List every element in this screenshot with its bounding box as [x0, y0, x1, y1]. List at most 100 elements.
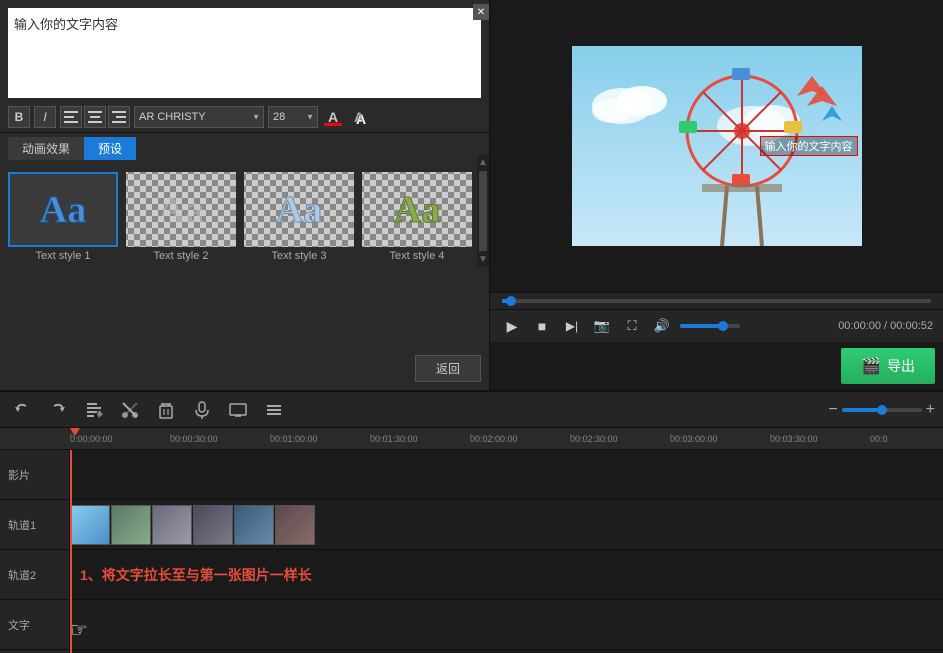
- style-preview-4: Aa: [394, 188, 440, 232]
- volume-fill: [680, 324, 722, 328]
- more-button[interactable]: [260, 396, 288, 424]
- controls-row: ▶ ■ ▶| 📷 ⛶ 🔊 00:00:00 / 00:00:52: [490, 309, 943, 342]
- play-button[interactable]: ▶: [500, 314, 524, 338]
- progress-bar[interactable]: [502, 299, 931, 303]
- style-preview-1: Aa: [40, 188, 86, 232]
- edit-button[interactable]: [80, 396, 108, 424]
- playhead-line: [70, 450, 72, 653]
- color-underline: [324, 123, 342, 126]
- cursor-icon: ☞: [70, 617, 88, 642]
- fullscreen-button[interactable]: ⛶: [620, 314, 644, 338]
- ruler-tick: [370, 434, 371, 440]
- scroll-strip: ▲ ▼: [477, 155, 489, 267]
- ruler-tick: [670, 434, 671, 440]
- text-shadow-button[interactable]: A: [348, 106, 370, 128]
- style-preview-3: Aa: [276, 188, 322, 232]
- preview-video: 输入你的文字内容: [572, 46, 862, 246]
- snapshot-button[interactable]: 📷: [590, 314, 614, 338]
- ruler-mark-5: 00:02:30:00: [570, 434, 670, 444]
- timeline-ruler: 0:00:00:00 00:00:30:00 00:01:00:00 00:01…: [0, 428, 943, 450]
- export-icon: 🎬: [861, 356, 881, 376]
- export-label: 导出: [887, 356, 915, 376]
- screen-record-button[interactable]: [224, 396, 252, 424]
- film-strip[interactable]: [70, 505, 315, 545]
- align-right-button[interactable]: [108, 106, 130, 128]
- ruler-tick: [770, 434, 771, 440]
- tab-preset[interactable]: 预设: [84, 137, 136, 160]
- instruction-text: 1、将文字拉长至与第一张图片一样长: [80, 565, 312, 585]
- text-input[interactable]: 输入你的文字内容: [8, 8, 481, 98]
- back-button-row: 返回: [0, 351, 489, 390]
- scroll-thumb[interactable]: [479, 171, 487, 251]
- playhead-indicator: [70, 428, 80, 436]
- time-display: 00:00:00 / 00:00:52: [838, 320, 933, 332]
- ruler-mark-6: 00:03:00:00: [670, 434, 770, 444]
- mic-button[interactable]: [188, 396, 216, 424]
- size-select[interactable]: 28: [268, 106, 318, 128]
- ruler-mark-4: 00:02:00:00: [470, 434, 570, 444]
- zoom-controls: − +: [828, 401, 935, 419]
- track-label-film: 影片: [0, 450, 69, 500]
- playback-controls: [490, 292, 943, 309]
- zoom-out-button[interactable]: −: [828, 401, 837, 419]
- film-thumb-2: [111, 505, 151, 545]
- preview-area: 输入你的文字内容: [490, 0, 943, 292]
- step-forward-button[interactable]: ▶|: [560, 314, 584, 338]
- zoom-in-button[interactable]: +: [926, 401, 935, 419]
- scroll-up-button[interactable]: ▲: [478, 157, 488, 168]
- scroll-down-button[interactable]: ▼: [478, 254, 488, 265]
- volume-slider[interactable]: [680, 324, 740, 328]
- text-color-button[interactable]: A: [322, 106, 344, 128]
- ruler-mark-1: 00:00:30:00: [170, 434, 270, 444]
- text-input-container: 输入你的文字内容 ✕: [8, 8, 481, 98]
- delete-button[interactable]: [152, 396, 180, 424]
- style-item-3[interactable]: Aa Text style 3: [244, 172, 354, 262]
- back-button[interactable]: 返回: [415, 355, 481, 382]
- style-label-2: Text style 2: [153, 250, 208, 262]
- font-select-wrapper: AR CHRISTY: [134, 106, 264, 128]
- size-select-wrapper: 28: [268, 106, 318, 128]
- progress-thumb[interactable]: [506, 296, 516, 306]
- style-item-1[interactable]: Aa Text style 1: [8, 172, 118, 262]
- track-label-track1: 轨道1: [0, 500, 69, 550]
- zoom-fill: [842, 408, 882, 412]
- zoom-thumb: [877, 405, 887, 415]
- style-item-2[interactable]: Aa Text style 2: [126, 172, 236, 262]
- volume-icon[interactable]: 🔊: [650, 314, 674, 338]
- undo-button[interactable]: [8, 396, 36, 424]
- stop-button[interactable]: ■: [530, 314, 554, 338]
- track-labels: 影片 轨道1 轨道2 文字 音乐: [0, 450, 70, 653]
- style-thumb-3: Aa: [244, 172, 354, 247]
- track-row-film: [70, 450, 943, 500]
- style-item-4[interactable]: Aa Text style 4: [362, 172, 472, 262]
- film-thumb-4: [193, 505, 233, 545]
- track-row-text: ☞: [70, 600, 943, 650]
- text-toolbar: B I AR CHRISTY 28: [0, 102, 489, 133]
- italic-button[interactable]: I: [34, 106, 56, 128]
- align-left-button[interactable]: [60, 106, 82, 128]
- tab-animation[interactable]: 动画效果: [8, 137, 84, 160]
- ruler-mark-3: 00:01:30:00: [370, 434, 470, 444]
- ruler-tick: [470, 434, 471, 440]
- font-select[interactable]: AR CHRISTY: [134, 106, 264, 128]
- timeline-tracks: 影片 轨道1 轨道2 文字 音乐: [0, 450, 943, 653]
- redo-button[interactable]: [44, 396, 72, 424]
- bold-button[interactable]: B: [8, 106, 30, 128]
- ruler-tick: [170, 434, 171, 440]
- style-preview-2: Aa: [158, 188, 204, 232]
- align-center-button[interactable]: [84, 106, 106, 128]
- film-thumb-3: [152, 505, 192, 545]
- zoom-slider[interactable]: [842, 408, 922, 412]
- track-content-area: 1、将文字拉长至与第一张图片一样长 ☞: [70, 450, 943, 653]
- export-button[interactable]: 🎬 导出: [841, 348, 935, 384]
- left-panel: 输入你的文字内容 ✕ B I AR CHRISTY: [0, 0, 490, 390]
- style-grid-container: Aa Text style 1 Aa Text style 2 Aa: [0, 164, 489, 351]
- ruler-marks-container: 0:00:00:00 00:00:30:00 00:01:00:00 00:01…: [70, 428, 930, 449]
- tab-row: 动画效果 预设: [0, 133, 489, 164]
- ruler-mark-7: 00:03:30:00: [770, 434, 870, 444]
- ruler-marks: 0:00:00:00 00:00:30:00 00:01:00:00 00:01…: [70, 434, 930, 444]
- track-row-track1: [70, 500, 943, 550]
- close-button[interactable]: ✕: [473, 4, 489, 20]
- ruler-mark-0: 0:00:00:00: [70, 434, 170, 444]
- cut-button[interactable]: [116, 396, 144, 424]
